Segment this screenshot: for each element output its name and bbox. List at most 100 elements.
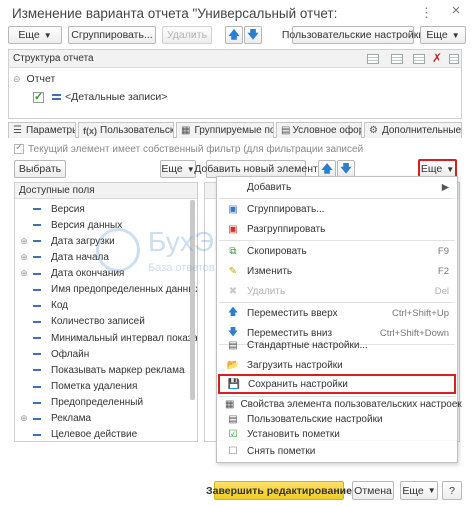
list-item[interactable]: ⊕ Дата окончания (19, 266, 124, 282)
list-item[interactable]: Минимальный интервал показа (19, 330, 197, 346)
close-icon[interactable]: × (449, 3, 463, 18)
expand-icon[interactable]: ⊕ (19, 236, 29, 247)
scrollbar[interactable] (190, 200, 195, 400)
context-menu: Добавить ▶ ▣ Сгруппировать... ▣ Разгруппир… (216, 176, 462, 442)
tab-parameters[interactable]: ☰ Параметры (8, 122, 76, 138)
delete-icon: ✖ (228, 285, 238, 297)
field-label: Предопределенный (51, 397, 144, 409)
own-filter-label: Текущий элемент имеет собственный фильтр… (28, 143, 364, 155)
menu-save-settings[interactable]: 💾 Сохранить настройки (218, 374, 456, 394)
fields-list: Версия Версия данных ⊕ Дата загрузки ⊕ Дата н… (15, 199, 197, 441)
field-label: Дата начала (51, 251, 109, 263)
available-fields-header-label: Доступные поля (19, 185, 95, 196)
caret-down-icon: ▼ (451, 30, 460, 40)
field-icon (33, 304, 41, 307)
menu-add[interactable]: Добавить ▶ (217, 177, 457, 197)
footer-more-button[interactable]: Еще ▼ (400, 481, 438, 500)
own-filter-row[interactable]: ✓ Текущий элемент имеет собственный филь… (14, 142, 363, 156)
left-more-button[interactable]: Еще ▼ (160, 160, 196, 178)
context-menu-tail: ☐ Снять пометки (216, 441, 458, 463)
list-item[interactable]: Версия (19, 201, 85, 217)
field-label: Дата загрузки (51, 235, 115, 247)
field-label: Показывать маркер реклама (51, 364, 185, 376)
menu-group[interactable]: ▣ Сгруппировать... (217, 199, 457, 219)
structure-header: Структура отчета ✗ (9, 50, 461, 68)
delete-button[interactable]: Удалить (162, 26, 212, 44)
menu-delete[interactable]: ✖ Удалить Del (217, 281, 457, 301)
list-item[interactable]: ⊕ Реклама (19, 411, 91, 427)
move-down-button[interactable]: 🡇 (244, 26, 262, 44)
list-item[interactable]: Показывать маркер реклама (19, 362, 185, 378)
tab-additional[interactable]: ⚙ Дополнительные... (364, 122, 462, 138)
list-item[interactable]: Целевое действие (19, 427, 137, 441)
custom-settings-button[interactable]: Пользовательские настройки (282, 26, 424, 44)
submenu-arrow-icon: ▶ (441, 181, 449, 193)
field-icon (33, 224, 41, 227)
menu-load-settings[interactable]: 📂 Загрузить настройки (217, 355, 457, 375)
field-icon (33, 353, 41, 356)
field-icon (33, 272, 41, 275)
field-icon (33, 401, 41, 404)
menu-uncheck-all[interactable]: ☐ Снять пометки (217, 441, 457, 461)
move-up-button[interactable]: 🡅 (225, 26, 243, 44)
field-icon (33, 433, 41, 436)
list-item[interactable]: Офлайн (19, 346, 89, 362)
field-label: Офлайн (51, 348, 90, 360)
list-item[interactable]: Предопределенный (19, 395, 143, 411)
list-item[interactable]: ⊕ Дата начала (19, 249, 109, 265)
expand-icon[interactable]: ⊕ (19, 413, 29, 424)
caret-down-icon: ▼ (446, 164, 455, 174)
arrow-up-icon: 🡅 (227, 306, 239, 318)
tab-conditional-format[interactable]: ▤Условное оформл... (276, 122, 362, 138)
menu-change[interactable]: ✎ Изменить F2 (217, 261, 457, 281)
field-label: Дата окончания (51, 268, 125, 280)
ungroup-icon: ▣ (228, 223, 238, 235)
list-item[interactable]: Пометка удаления (19, 378, 137, 394)
tree-row-details[interactable]: ✓ <Детальные записи> (33, 86, 167, 108)
list-item[interactable]: Имя предопределенных данных (19, 282, 197, 298)
structure-panel: Структура отчета ✗ ⊖ Отчет ✓ <Детальные … (8, 49, 462, 119)
check-all-icon: ☑ (228, 428, 238, 440)
menu-copy[interactable]: ⧉ Скопировать F9 (217, 241, 457, 261)
menu-standard-settings[interactable]: ▤ Стандартные настройки... (217, 335, 457, 355)
field-label: Пометка удаления (51, 381, 138, 393)
field-label: Количество записей (51, 316, 145, 328)
group-button[interactable]: Сгруппировать... (68, 26, 156, 44)
list-item[interactable]: ⊕ Дата загрузки (19, 233, 115, 249)
select-button[interactable]: Выбрать (14, 160, 66, 178)
own-filter-checkbox[interactable]: ✓ (14, 142, 24, 154)
available-fields-panel: Доступные поля Версия Версия данных ⊕ Дата … (14, 182, 198, 442)
more-right-button[interactable]: Еще ▼ (420, 26, 466, 44)
column-format-icon (413, 54, 425, 64)
help-button[interactable]: ? (442, 481, 462, 500)
field-icon (33, 288, 41, 291)
field-icon (33, 337, 41, 340)
checkmark-icon: ✓ (15, 142, 24, 153)
tab-grouped-fields[interactable]: ▦Группируемые поля (176, 122, 274, 138)
menu-move-up[interactable]: 🡅 Переместить вверх Ctrl+Shift+Up (217, 303, 457, 323)
window-title: Изменение варианта отчета "Универсальный… (12, 6, 338, 21)
user-settings-icon: ▤ (228, 413, 238, 425)
expand-icon[interactable]: ⊕ (19, 268, 29, 279)
list-item[interactable]: Версия данных (19, 217, 122, 233)
more-button[interactable]: Еще ▼ (8, 26, 62, 44)
expand-icon[interactable]: ⊕ (19, 252, 29, 263)
column-settings-icon (449, 54, 459, 64)
menu-ungroup[interactable]: ▣ Разгруппировать (217, 219, 457, 239)
report-root-label: Отчет (26, 73, 56, 85)
field-icon (33, 240, 41, 243)
cancel-button[interactable]: Отмена (352, 481, 394, 500)
finish-editing-button[interactable]: Завершить редактирование (206, 481, 352, 500)
collapse-icon[interactable]: ⊖ (13, 74, 21, 85)
format-icon: ▤ (281, 125, 291, 136)
structure-header-label: Структура отчета (13, 53, 94, 64)
tab-user-fields[interactable]: f(x)Пользовательские... (78, 122, 174, 138)
sliders-icon: ☰ (13, 125, 22, 136)
caret-down-icon: ▼ (43, 30, 52, 40)
more-vert-icon[interactable]: ⋮ (420, 6, 433, 20)
list-item[interactable]: Код (19, 298, 68, 314)
list-item[interactable]: Количество записей (19, 314, 145, 330)
details-checkbox[interactable]: ✓ (33, 91, 44, 103)
move-up-shortcut: Ctrl+Shift+Up (391, 307, 449, 319)
detail-records-icon (52, 94, 61, 100)
